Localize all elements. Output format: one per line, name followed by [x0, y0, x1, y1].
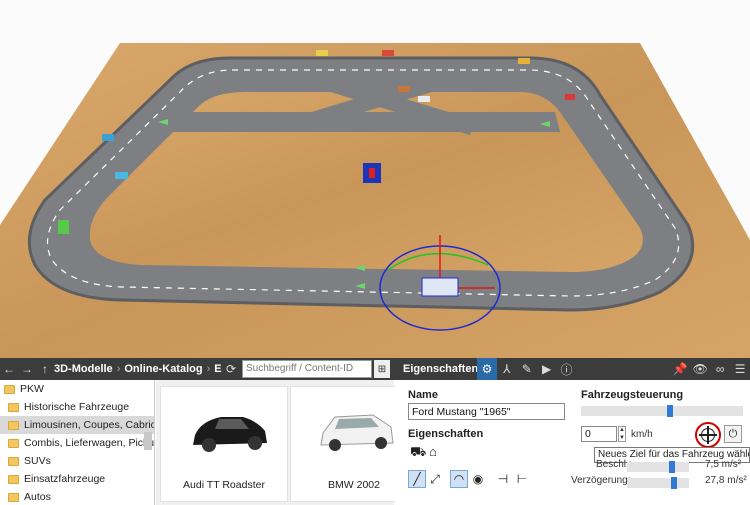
breadcrumb-separator-icon: › [206, 363, 211, 375]
new-target-button[interactable] [695, 422, 721, 448]
slider-thumb[interactable] [667, 405, 673, 417]
name-label: Name [408, 389, 438, 401]
info-tab-icon[interactable]: ⓘ [557, 358, 577, 380]
folder-icon [8, 456, 19, 466]
properties-toolbar: Eigenschaften ⚙ ⅄ ✎ ▶ ⓘ 📌 👁 ∞ ☰ [395, 358, 750, 380]
properties-label: Eigenschaften [408, 428, 484, 440]
model-grid: Audi TT Roadster BMW 2002 [156, 380, 418, 505]
folder-icon [4, 384, 15, 394]
breadcrumb-item[interactable]: 3D-Modelle [54, 363, 113, 375]
transform-tab-icon[interactable]: ⅄ [497, 358, 517, 380]
tree-item-label: Combis, Lieferwagen, Pickups [24, 437, 155, 449]
grid-view-icon[interactable]: ⊞ [374, 360, 390, 378]
car-white [418, 96, 430, 102]
align-left-icon[interactable]: ⊣ [494, 470, 512, 488]
link-icon[interactable]: ∞ [710, 358, 730, 380]
breadcrumb-item[interactable]: E [214, 363, 221, 375]
speed-unit: km/h [631, 429, 653, 440]
back-arrow-icon[interactable]: ← [0, 358, 18, 380]
scene [0, 43, 750, 358]
car-yellow [316, 50, 328, 56]
breadcrumb-item[interactable]: Online-Katalog [124, 363, 202, 375]
car-brown [398, 86, 410, 92]
car-red-top [382, 50, 394, 56]
tree-item-historische[interactable]: Historische Fahrzeuge [0, 398, 154, 416]
home-icon[interactable]: ⌂ [429, 444, 437, 459]
properties-panel: Name Ford Mustang "1965" Eigenschaften ⛟… [395, 380, 750, 505]
menu-icon[interactable]: ☰ [730, 358, 750, 380]
breadcrumb: 3D-Modelle › Online-Katalog › E [54, 363, 234, 375]
tree-item-pkw[interactable]: PKW [0, 380, 154, 398]
decel-slider[interactable] [627, 477, 689, 489]
power-icon[interactable]: ⏻ [724, 425, 742, 443]
folder-icon [8, 402, 19, 412]
tree-item-label: PKW [20, 383, 44, 395]
model-card-audi[interactable]: Audi TT Roadster [160, 386, 288, 502]
path-mode-button[interactable]: ╱ [408, 470, 426, 488]
decel-value: 27,8 m/s² [705, 475, 747, 486]
folder-icon [8, 438, 19, 448]
tree-scrollbar[interactable] [144, 432, 152, 450]
car-green [58, 220, 69, 234]
car-red-right [565, 94, 575, 100]
vehicle-control-label: Fahrzeugsteuerung [581, 389, 684, 401]
accel-value: 7,5 m/s² [705, 459, 742, 470]
decel-label: Verzögerung: [571, 475, 631, 486]
properties-title: Eigenschaften [403, 363, 479, 375]
speedometer-button[interactable]: ◠ [450, 470, 468, 488]
tree-item-limousinen[interactable]: Limousinen, Coupes, Cabrios [0, 416, 154, 434]
train-icon[interactable]: ⛟ [410, 444, 426, 462]
tree-item-label: Einsatzfahrzeuge [24, 473, 106, 485]
car-thumbnail [193, 417, 267, 452]
tree-item-label: Autos [24, 491, 51, 503]
folder-icon [8, 420, 19, 430]
speed-field[interactable]: 0 [581, 426, 617, 442]
tree-item-einsatz[interactable]: Einsatzfahrzeuge [0, 470, 154, 488]
eye-icon[interactable]: 👁 [690, 358, 710, 380]
car-orange [518, 58, 530, 64]
scale-icon[interactable]: ⤢ [426, 470, 444, 488]
align-right-icon[interactable]: ⊢ [513, 470, 531, 488]
tree-item-suvs[interactable]: SUVs [0, 452, 154, 470]
breadcrumb-separator-icon: › [116, 363, 121, 375]
slider-thumb[interactable] [671, 477, 677, 489]
up-arrow-icon[interactable]: ↑ [36, 358, 54, 380]
slider-thumb[interactable] [669, 461, 675, 473]
folder-icon [8, 492, 19, 502]
gauge-icon[interactable]: ◉ [469, 470, 487, 488]
model-label: Audi TT Roadster [183, 479, 265, 491]
material-tab-icon[interactable]: ✎ [517, 358, 537, 380]
settings-tab-icon[interactable]: ⚙ [477, 358, 497, 380]
animation-tab-icon[interactable]: ▶ [537, 358, 557, 380]
speed-spinner[interactable]: ▲ ▼ [618, 426, 626, 442]
pin-icon[interactable]: 📌 [670, 358, 690, 380]
speed-slider[interactable] [581, 405, 743, 417]
search-input[interactable]: Suchbegriff / Content-ID [242, 360, 372, 378]
car-cyan [115, 172, 128, 179]
catalog-toolbar: ← → ↑ 3D-Modelle › Online-Katalog › E ⟳ … [0, 358, 395, 380]
tree-item-label: Limousinen, Coupes, Cabrios [24, 419, 155, 431]
category-tree: PKW Historische Fahrzeuge Limousinen, Co… [0, 380, 155, 505]
folder-icon [8, 474, 19, 484]
tree-item-combis[interactable]: Combis, Lieferwagen, Pickups [0, 434, 154, 452]
car-thumbnail [320, 414, 394, 451]
3d-viewport[interactable] [0, 0, 750, 358]
car-blue [102, 134, 114, 141]
name-field[interactable]: Ford Mustang "1965" [408, 403, 565, 420]
selected-car [421, 277, 459, 297]
refresh-icon[interactable]: ⟳ [222, 358, 240, 380]
tree-item-autos[interactable]: Autos [0, 488, 154, 505]
crosshair-icon [699, 426, 717, 444]
tree-item-label: Historische Fahrzeuge [24, 401, 130, 413]
accel-slider[interactable] [627, 461, 689, 473]
tree-item-label: SUVs [24, 455, 51, 467]
forward-arrow-icon[interactable]: → [18, 358, 36, 380]
